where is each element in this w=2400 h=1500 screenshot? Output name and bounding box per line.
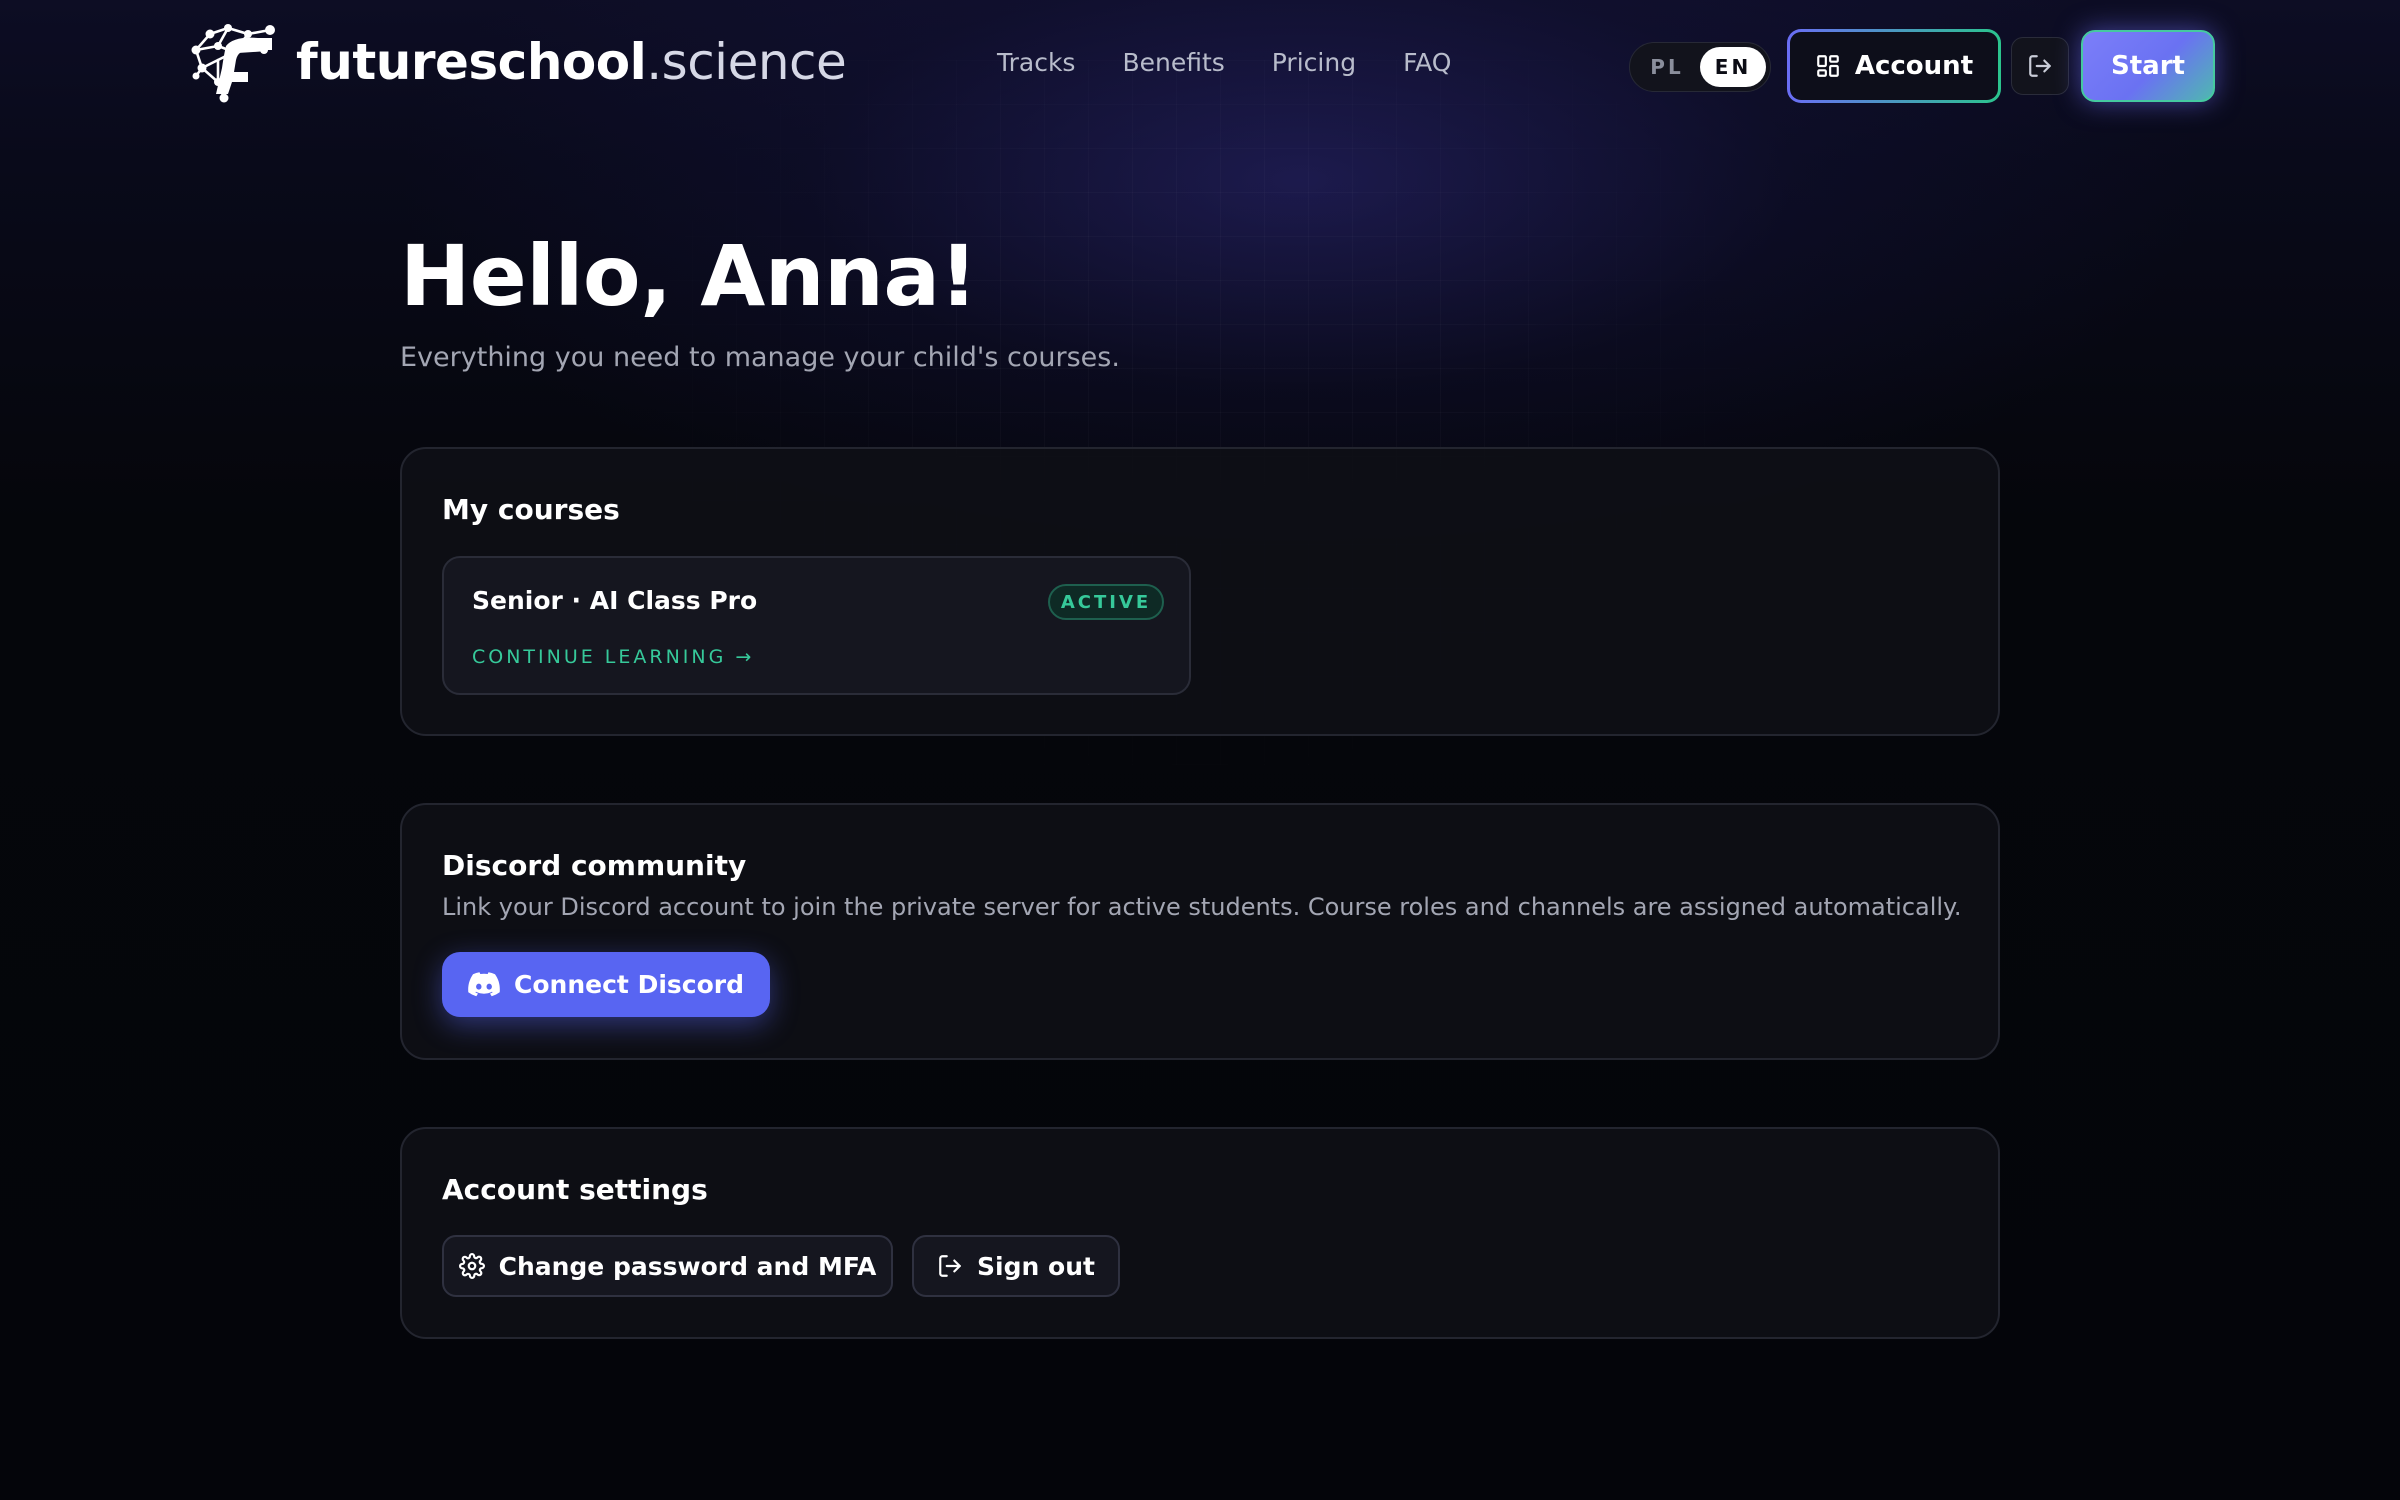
change-password-button[interactable]: Change password and MFA [442,1235,893,1297]
account-settings-title: Account settings [442,1173,708,1206]
sign-out-button[interactable]: Sign out [912,1235,1120,1297]
brand-name: futureschool.science [296,37,847,87]
start-button[interactable]: Start [2081,30,2215,102]
my-courses-title: My courses [442,493,620,526]
sign-out-label: Sign out [977,1251,1095,1281]
status-badge: ACTIVE [1048,584,1164,620]
discord-title: Discord community [442,849,747,882]
main-nav: Tracks Benefits Pricing FAQ [997,48,1452,77]
account-settings-card: Account settings Change password and MFA… [400,1127,2000,1339]
nav-item-benefits[interactable]: Benefits [1122,48,1224,77]
language-switcher: PL EN [1629,42,1771,92]
connect-discord-label: Connect Discord [514,970,744,999]
course-item: Senior · AI Class Pro ACTIVE CONTINUE LE… [442,556,1191,695]
language-option-en[interactable]: EN [1700,47,1766,87]
logout-icon [937,1253,963,1279]
connect-discord-button[interactable]: Connect Discord [442,952,770,1017]
discord-icon [468,971,500,998]
logo-network-icon [191,24,275,103]
nav-item-tracks[interactable]: Tracks [997,48,1075,77]
brand-name-domain: .science [646,33,847,91]
account-button-label: Account [1854,51,1974,81]
account-button[interactable]: Account [1787,29,2001,103]
logo-link[interactable]: futureschool.science [188,20,847,104]
brand-name-bold: futureschool [296,33,647,91]
dashboard-icon [1815,53,1841,79]
change-password-label: Change password and MFA [498,1251,877,1281]
nav-item-faq[interactable]: FAQ [1403,48,1451,77]
site-header: futureschool.science Tracks Benefits Pri… [0,0,2400,130]
my-courses-card: My courses Senior · AI Class Pro ACTIVE … [400,447,2000,736]
gear-icon [458,1253,485,1279]
discord-description: Link your Discord account to join the pr… [442,893,1962,921]
continue-learning-link[interactable]: CONTINUE LEARNING → [472,646,754,668]
page-subtitle: Everything you need to manage your child… [400,342,1120,373]
logout-icon [2027,53,2053,79]
page-title: Hello, Anna! [400,227,978,325]
discord-card: Discord community Link your Discord acco… [400,803,2000,1060]
language-option-pl[interactable]: PL [1634,47,1700,87]
header-logout-button[interactable] [2011,37,2069,95]
course-name: Senior · AI Class Pro [472,586,758,615]
nav-item-pricing[interactable]: Pricing [1272,48,1356,77]
